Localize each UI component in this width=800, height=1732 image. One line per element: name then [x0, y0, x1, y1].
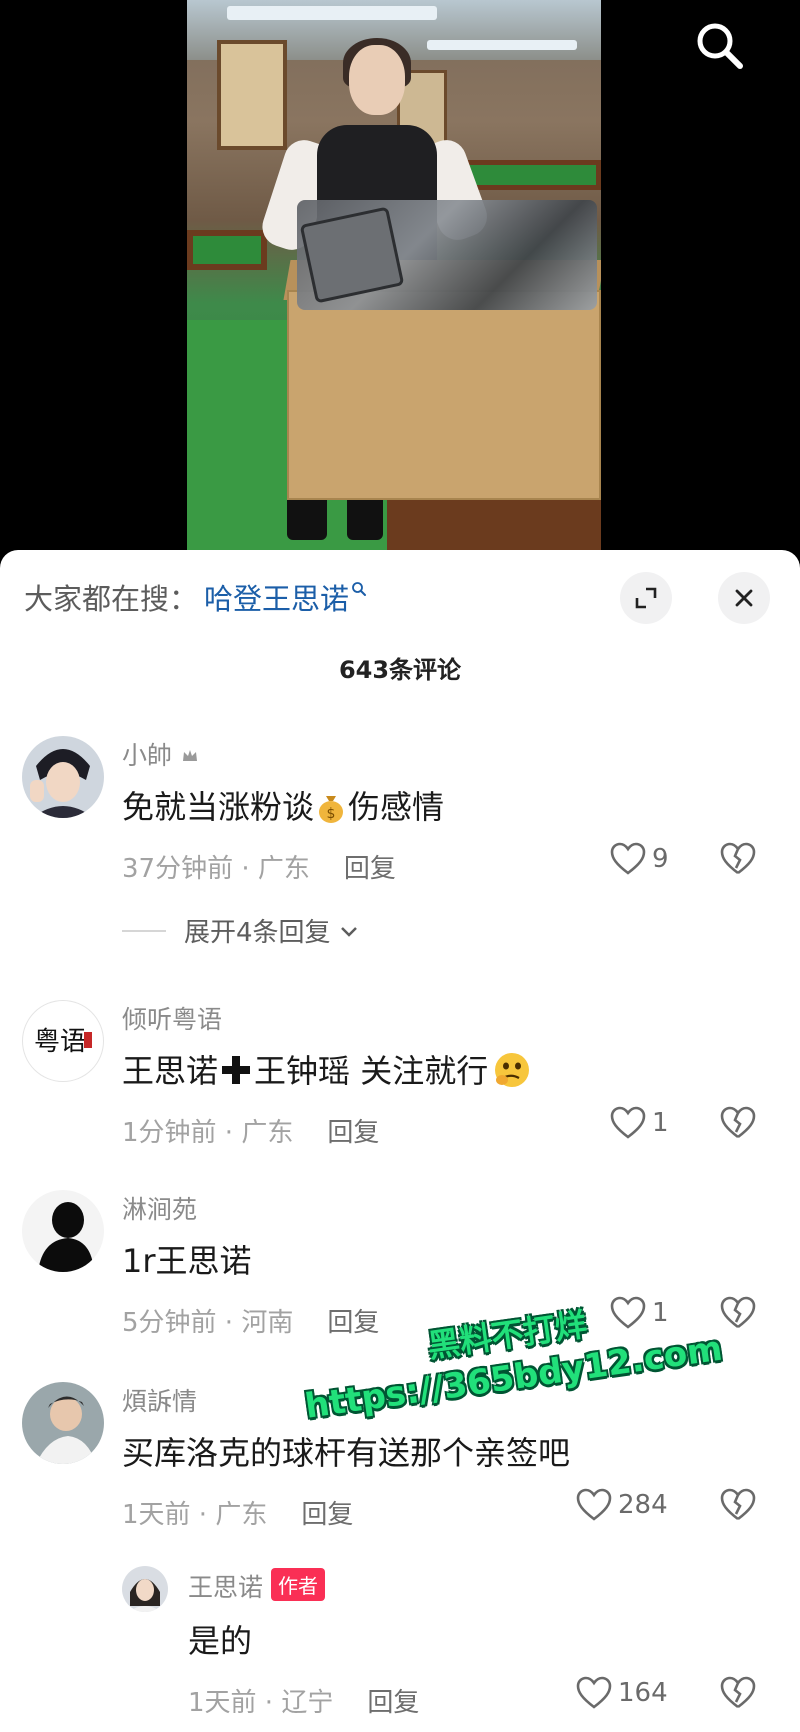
avatar-image [22, 736, 104, 818]
plus-icon [218, 1053, 254, 1087]
comment-username[interactable]: 小帥 [122, 736, 200, 772]
like-count: 284 [618, 1490, 668, 1520]
comment-username[interactable]: 淋涧苑 [122, 1190, 197, 1226]
comment-text-part: 免就当涨粉谈 [122, 788, 315, 826]
video-light [427, 40, 577, 50]
like-count: 1 [652, 1108, 669, 1138]
dislike-button[interactable] [720, 1106, 756, 1144]
comment-meta: 37分钟前 · 广东 回复 [122, 848, 396, 885]
svg-text:$: $ [327, 806, 336, 822]
expand-icon [635, 587, 657, 609]
comment-username[interactable]: 煩訴情 [122, 1382, 197, 1418]
expand-replies-button[interactable]: 展开4条回复 [122, 912, 361, 949]
comment-username[interactable]: 倾听粤语 [122, 1000, 222, 1036]
search-icon [352, 582, 367, 596]
dislike-button[interactable] [720, 1488, 756, 1526]
dislike-button[interactable] [720, 1676, 756, 1714]
comment-text: 买库洛克的球杆有送那个亲签吧 [122, 1434, 571, 1472]
like-button[interactable]: 284 [576, 1488, 668, 1522]
avatar-image [122, 1566, 168, 1612]
avatar[interactable]: 粤语 [22, 1000, 104, 1082]
comment-count: 643条评论 [338, 656, 462, 684]
like-button[interactable]: 9 [610, 842, 669, 876]
search-term-link[interactable]: 哈登王思诺 [204, 576, 349, 618]
search-button[interactable] [688, 14, 752, 78]
broken-heart-icon [720, 1296, 756, 1329]
comment-username[interactable]: 王思诺 作者 [188, 1568, 326, 1604]
avatar[interactable] [22, 1382, 104, 1464]
comment-meta: 1天前 · 辽宁 回复 [188, 1682, 419, 1719]
search-suggestion[interactable]: 大家都在搜： 哈登王思诺 [24, 572, 367, 622]
heart-icon [576, 1488, 612, 1521]
reply-button[interactable]: 回复 [327, 1118, 379, 1148]
dislike-button[interactable] [720, 1296, 756, 1334]
close-icon [735, 589, 753, 607]
thinking-face-icon [492, 1050, 532, 1090]
avatar-image [22, 1190, 104, 1272]
crown-icon [182, 750, 197, 761]
video-player[interactable] [0, 0, 800, 560]
chevron-down-icon [340, 926, 357, 937]
broken-heart-icon [720, 842, 756, 875]
comment-meta: 1分钟前 · 广东 回复 [122, 1112, 379, 1149]
comment-text: 1r王思诺 [122, 1242, 252, 1280]
comment-time: 1天前 · 辽宁 [188, 1688, 334, 1718]
broken-heart-icon [720, 1676, 756, 1709]
broken-heart-icon [720, 1106, 756, 1139]
like-count: 164 [618, 1678, 668, 1708]
expand-replies-label: 展开4条回复 [184, 918, 331, 948]
avatar-image [22, 1382, 104, 1464]
like-button[interactable]: 1 [610, 1106, 669, 1140]
reply-button[interactable]: 回复 [301, 1500, 353, 1530]
heart-icon [610, 842, 646, 875]
cardboard-box [287, 290, 601, 500]
svg-text:粤语: 粤语 [34, 1027, 86, 1057]
comment-time: 1分钟前 · 广东 [122, 1118, 294, 1148]
dislike-button[interactable] [720, 842, 756, 880]
billiard-table [187, 230, 267, 270]
avatar[interactable] [122, 1566, 168, 1612]
comment-text: 是的 [188, 1622, 253, 1660]
comment-time: 5分钟前 · 河南 [122, 1308, 294, 1338]
comment-text-part: 王思诺 [122, 1052, 219, 1090]
divider [122, 929, 166, 932]
comment-text-part: 伤感情 [348, 788, 445, 826]
comment-sheet: 大家都在搜： 哈登王思诺 643条评论 小帥 免就当涨粉谈 $ 伤感情 37分钟… [0, 550, 800, 1732]
like-count: 9 [652, 844, 669, 874]
search-prefix: 大家都在搜： [24, 582, 199, 616]
like-button[interactable]: 164 [576, 1676, 668, 1710]
broken-heart-icon [720, 1488, 756, 1521]
username-text: 小帥 [122, 741, 173, 770]
video-window [217, 40, 287, 150]
video-frame[interactable] [187, 0, 601, 552]
heart-icon [576, 1676, 612, 1709]
avatar[interactable] [22, 736, 104, 818]
expand-button[interactable] [620, 572, 672, 624]
author-badge: 作者 [271, 1568, 326, 1601]
comment-text: 免就当涨粉谈 $ 伤感情 [122, 782, 444, 828]
comment-text-part: 王钟瑶 关注就行 [254, 1052, 489, 1090]
reply-button[interactable]: 回复 [344, 854, 396, 884]
comment-meta: 1天前 · 广东 回复 [122, 1494, 353, 1531]
comment-time: 37分钟前 · 广东 [122, 854, 310, 884]
reply-button[interactable]: 回复 [367, 1688, 419, 1718]
close-button[interactable] [718, 572, 770, 624]
search-icon [697, 23, 743, 69]
person-head [349, 45, 405, 115]
comment-time: 1天前 · 广东 [122, 1500, 268, 1530]
comment-text: 王思诺 王钟瑶 关注就行 [122, 1046, 532, 1092]
username-text: 王思诺 [188, 1573, 264, 1602]
money-bag-icon: $ [314, 790, 348, 824]
video-light [227, 6, 437, 20]
avatar-image: 粤语 [22, 1000, 104, 1082]
heart-icon [610, 1106, 646, 1139]
avatar[interactable] [22, 1190, 104, 1272]
